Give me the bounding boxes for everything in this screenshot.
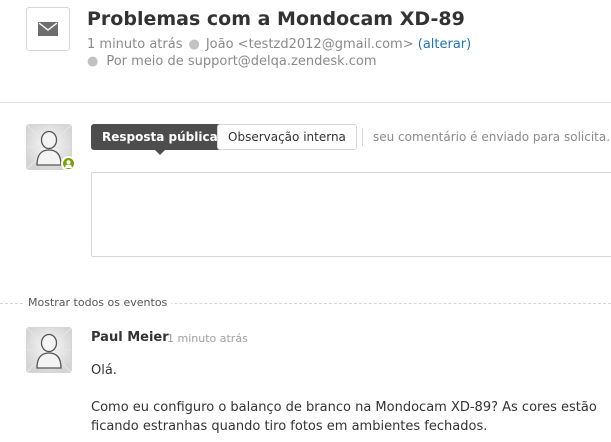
- separator-dot: ●: [188, 37, 200, 52]
- separator-dot: ●: [87, 54, 99, 69]
- online-status-icon: [61, 156, 76, 171]
- ticket-title: Problemas com a Mondocam XD-89: [87, 8, 465, 30]
- show-all-events-link[interactable]: Mostrar todos os eventos: [24, 296, 172, 309]
- comment-body: Como eu configuro o balanço de branco na…: [91, 400, 597, 434]
- comment-time: 1 minuto atrás: [167, 332, 248, 345]
- tab-internal-note[interactable]: Observação interna: [217, 124, 357, 150]
- tab-public-reply[interactable]: Resposta pública: [91, 124, 229, 155]
- ticket-page: Problemas com a Mondocam XD-89 1 minuto …: [0, 0, 611, 442]
- reply-recipient-hint[interactable]: seu comentário é enviado para solicita..…: [373, 130, 611, 144]
- ticket-time: 1 minuto atrás: [87, 37, 183, 52]
- comment-textarea[interactable]: [91, 172, 611, 257]
- change-requester-link[interactable]: (alterar): [418, 37, 471, 52]
- via-text: Por meio de support@delqa.zendesk.com: [106, 54, 377, 69]
- comment-greeting: Olá.: [91, 363, 117, 378]
- comment-author[interactable]: Paul Meier: [91, 330, 169, 345]
- author-avatar: [26, 327, 72, 373]
- header-divider: [0, 102, 611, 103]
- ticket-requester: João <testzd2012@gmail.com>: [205, 37, 414, 52]
- envelope-icon: [26, 7, 70, 51]
- tab-separator: [362, 128, 363, 146]
- ticket-via: ● Por meio de support@delqa.zendesk.com: [87, 54, 377, 69]
- ticket-meta: 1 minuto atrás ● João <testzd2012@gmail.co…: [87, 37, 471, 52]
